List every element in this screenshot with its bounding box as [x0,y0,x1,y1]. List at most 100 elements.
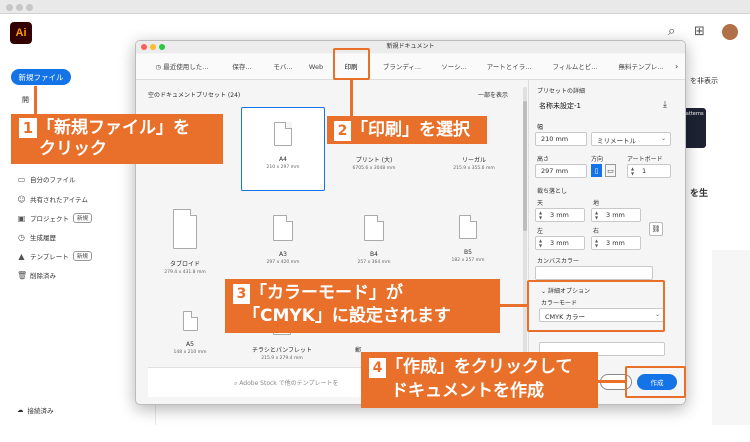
preset-size: 257 x 364 mm [357,260,391,265]
avatar[interactable] [722,24,738,40]
sidebar-item-label: 自分のファイル [30,176,76,184]
print-tab-highlight [333,48,370,80]
sidebar-item-label: 生成履歴 [30,234,56,242]
tab-art[interactable]: アートとイラ... [478,54,540,80]
stepper-icon[interactable]: ▲ ▼ [595,238,598,248]
callout-3-number: 3 [233,284,250,304]
bleed-top-field[interactable]: ▲ ▼ 3 mm [535,208,585,222]
dialog-minimize-dot[interactable] [150,44,156,50]
document-name-field[interactable]: 名称未設定-1 [539,101,581,111]
portrait-icon[interactable]: ▯ [591,164,602,177]
unit-select[interactable]: ミリメートル ⌄ [591,132,671,146]
tab-recent[interactable]: ◷ 最近使用した... [146,54,218,80]
window-minimize-dot[interactable] [16,4,23,11]
show-all-link[interactable]: 一部を表示 [478,90,508,99]
tab-mobile[interactable]: モバ... [266,54,300,80]
landscape-icon[interactable]: ▭ [605,164,616,177]
stepper-icon[interactable]: ▲ ▼ [631,166,634,176]
new-file-button[interactable]: 新規ファイル [11,69,71,85]
unit-value: ミリメートル [597,137,636,145]
preset-b5[interactable]: B5 182 x 257 mm [426,215,510,263]
preset-size: 297 x 420 mm [266,260,300,265]
tab-film[interactable]: フィルムとビ... [544,54,606,80]
folder-icon: ▣ [17,213,26,223]
sidebar-item-deleted[interactable]: 🗑 削除済み [17,270,56,281]
callout-1: 1 「新規ファイル」を クリック [11,114,223,164]
bleed-right-field[interactable]: ▲ ▼ 3 mm [591,236,641,250]
sidebar-item-my-files[interactable]: ▭ 自分のファイル [17,174,76,185]
sidebar-item-projects[interactable]: ▣ プロジェクト 新規 [17,213,93,223]
document-icon [364,215,384,241]
document-icon [173,209,197,249]
tab-saved[interactable]: 保存... [222,54,262,80]
callout-3-line-2: 「CMYK」に設定されます [243,306,451,326]
preset-b4[interactable]: B4 257 x 364 mm [332,215,416,265]
hide-link[interactable]: を非表示 [690,76,718,86]
preset-a4[interactable]: A4 210 x 297 mm [241,107,325,191]
window-close-dot[interactable] [6,4,13,11]
open-button[interactable]: 開 [22,95,29,105]
preset-name: リーガル [461,157,486,164]
preset-name: チラシとパンフレット [251,347,312,354]
callout-2: 2 「印刷」を選択 [327,116,487,144]
tab-branding[interactable]: ブランディ... [374,54,430,80]
presets-title: 空のドキュメントプリセット (24) [148,92,241,99]
new-badge: 新規 [73,213,93,223]
bleed-left-field[interactable]: ▲ ▼ 3 mm [535,236,585,250]
window-titlebar [0,0,750,14]
callout-3-line-1: 「カラーモード」が [250,283,403,303]
callout-1-line-2: クリック [39,139,107,159]
artboard-value: 1 [642,167,647,175]
sidebar-item-label: テンプレート [30,253,69,261]
canvas-color-select[interactable] [535,266,653,280]
bleed-top-label: 天 [537,200,544,207]
document-icon [273,215,293,241]
file-icon: ▭ [17,174,26,184]
link-icon[interactable]: ⛓ [649,222,663,236]
window-zoom-dot[interactable] [26,4,33,11]
preset-a3[interactable]: A3 297 x 420 mm [241,215,325,265]
height-field[interactable]: 297 mm [535,164,587,178]
people-icon: ☺ [17,194,26,204]
stepper-icon[interactable]: ▲ ▼ [595,210,598,220]
dialog-zoom-dot[interactable] [159,44,165,50]
callout-1-line-1: 「新規ファイル」を [37,118,190,138]
preset-name: タブロイド [169,261,200,268]
callout-3-pointer [500,304,527,307]
callout-4-line-1: 「作成」をクリックして [386,357,573,377]
sidebar-item-label: 削除済み [30,272,56,280]
width-field[interactable]: 210 mm [535,132,587,146]
save-preset-icon[interactable]: ⤓ [663,100,667,110]
stepper-icon[interactable]: ▲ ▼ [539,210,542,220]
chevron-right-icon[interactable]: › [675,54,678,80]
artboard-field[interactable]: ▲ ▼ 1 [627,164,671,178]
dialog-titlebar: 新規ドキュメント [136,41,685,53]
callout-4: 4 「作成」をクリックして ドキュメントを作成 [361,352,598,408]
tab-web[interactable]: Web [304,54,328,80]
sidebar-item-shared[interactable]: ☺ 共有されたアイテム [17,194,88,205]
stepper-icon[interactable]: ▲ ▼ [539,238,542,248]
tab-social[interactable]: ソーシ... [434,54,474,80]
bleed-left-label: 左 [537,228,544,235]
sidebar-item-history[interactable]: ◷ 生成履歴 [17,232,56,243]
bleed-bottom-field[interactable]: ▲ ▼ 3 mm [591,208,641,222]
document-icon [274,122,292,146]
trash-icon: 🗑 [17,270,28,280]
search-icon[interactable]: ⌕ [668,24,675,39]
connection-status: ☁ 接続済み [17,405,54,415]
preset-name: B4 [370,251,378,258]
preset-tabloid[interactable]: タブロイド 279.4 x 431.8 mm [143,209,227,275]
presets-scroll-thumb[interactable] [523,101,527,231]
stock-search-input[interactable]: Adobe Stock で他のテンプレートを [239,380,338,387]
callout-3: 3 「カラーモード」が 「CMYK」に設定されます [225,279,500,333]
connection-label: 接続済み [27,407,54,415]
preset-a5[interactable]: A5 148 x 210 mm [148,311,232,355]
dialog-title: 新規ドキュメント [386,43,435,50]
gift-icon[interactable]: ⊞ [694,24,705,39]
width-label: 幅 [537,124,544,131]
preset-name: A3 [279,251,287,258]
tab-free-templates[interactable]: 無料テンプレ... [610,54,672,80]
dialog-close-dot[interactable] [141,44,147,50]
sidebar-item-templates[interactable]: ▲ テンプレート 新規 [17,251,92,261]
callout-2-line-1: 「印刷」を選択 [351,120,470,140]
